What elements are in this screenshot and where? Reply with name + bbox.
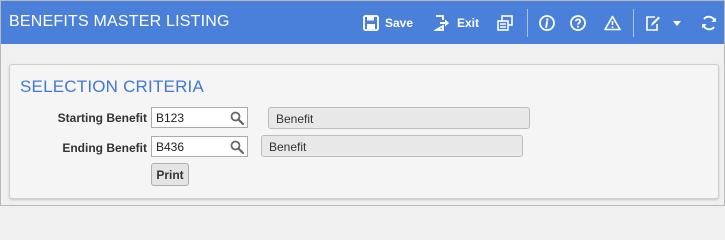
starting-benefit-field	[151, 107, 248, 128]
starting-benefit-input[interactable]	[156, 110, 226, 125]
exit-label: Exit	[457, 16, 480, 30]
refresh-button[interactable]	[701, 11, 717, 35]
window-frame: BENEFITS MASTER LISTING Save Exit SELECT…	[0, 0, 725, 206]
notes-button[interactable]	[645, 11, 661, 35]
starting-benefit-description: Benefit	[268, 107, 530, 129]
print-queue-button[interactable]	[497, 11, 513, 35]
ending-benefit-field	[151, 136, 248, 157]
save-icon	[363, 15, 379, 31]
selection-criteria-panel: SELECTION CRITERIA Starting Benefit Bene…	[9, 64, 719, 199]
warning-icon	[604, 15, 621, 31]
page-title: BENEFITS MASTER LISTING	[9, 13, 230, 30]
help-button[interactable]	[570, 11, 586, 35]
save-label: Save	[385, 16, 414, 30]
search-icon[interactable]	[230, 111, 245, 126]
ending-benefit-input[interactable]	[156, 139, 226, 154]
exit-icon	[434, 15, 451, 31]
warning-button[interactable]	[604, 11, 621, 35]
help-icon	[570, 15, 586, 31]
toolbar-divider	[633, 9, 634, 37]
ending-benefit-label: Ending Benefit	[62, 141, 147, 155]
toolbar-divider	[527, 9, 528, 37]
save-button[interactable]: Save	[363, 11, 413, 35]
refresh-icon	[701, 15, 717, 31]
print-button[interactable]: Print	[151, 163, 189, 186]
section-title: SELECTION CRITERIA	[20, 77, 205, 96]
info-icon	[539, 15, 555, 31]
notes-menu-button[interactable]	[672, 11, 682, 35]
starting-benefit-label: Starting Benefit	[57, 111, 147, 125]
notes-icon	[645, 15, 661, 31]
exit-button[interactable]: Exit	[434, 11, 479, 35]
title-bar: BENEFITS MASTER LISTING Save Exit	[1, 1, 724, 44]
ending-benefit-description: Benefit	[261, 135, 523, 157]
dropdown-caret-icon	[672, 15, 682, 31]
search-icon[interactable]	[230, 140, 245, 155]
info-button[interactable]	[539, 11, 555, 35]
print-queue-icon	[497, 15, 513, 31]
